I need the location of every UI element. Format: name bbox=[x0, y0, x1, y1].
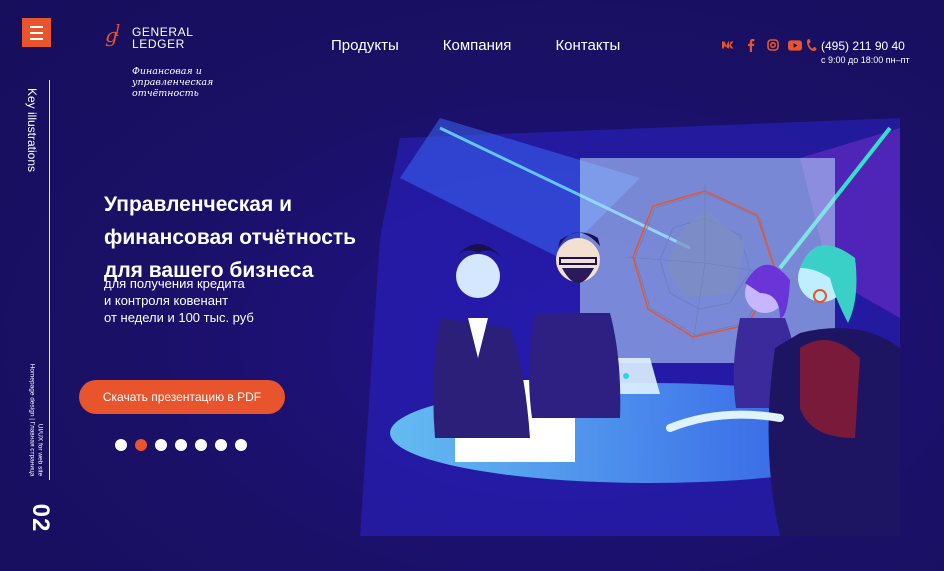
slide-number: 02 bbox=[22, 495, 58, 541]
phone-icon bbox=[807, 39, 817, 51]
youtube-icon[interactable] bbox=[788, 39, 802, 51]
nav-item-products[interactable]: Продукты bbox=[331, 37, 399, 54]
hero-title-line1: Управленческая и bbox=[104, 193, 292, 216]
slide-number-text: 02 bbox=[27, 503, 54, 533]
menu-button[interactable] bbox=[22, 18, 51, 47]
main-nav: Продукты Компания Контакты bbox=[331, 37, 620, 54]
hero-subtitle: для получения кредита и контроля ковенан… bbox=[104, 275, 364, 326]
facebook-icon[interactable] bbox=[744, 38, 758, 52]
hero-subtitle-line2: и контроля ковенант bbox=[104, 293, 229, 308]
hero-illustration bbox=[360, 118, 900, 536]
side-divider bbox=[49, 80, 50, 480]
slider-dot-active[interactable] bbox=[135, 439, 147, 451]
hamburger-icon-bar bbox=[30, 37, 43, 40]
slider-dot[interactable] bbox=[195, 439, 207, 451]
side-label-text: Key illustrations bbox=[25, 87, 39, 173]
slider-dot[interactable] bbox=[235, 439, 247, 451]
hamburger-icon-bar bbox=[30, 25, 43, 28]
instagram-icon[interactable] bbox=[766, 39, 780, 51]
slider-dot[interactable] bbox=[215, 439, 227, 451]
hero-title: Управленческая и финансовая отчётность д… bbox=[104, 188, 404, 287]
svg-text:l: l bbox=[115, 21, 120, 40]
hero-subtitle-line1: для получения кредита bbox=[104, 276, 245, 291]
nav-item-company[interactable]: Компания bbox=[443, 37, 512, 54]
hamburger-icon-bar bbox=[30, 31, 43, 34]
logo-tagline: Финансовая и управленческая отчётность bbox=[132, 66, 214, 99]
phone-number[interactable]: (495) 211 90 40 bbox=[821, 39, 905, 53]
social-links bbox=[722, 38, 802, 52]
slider-dot[interactable] bbox=[155, 439, 167, 451]
nav-item-contacts[interactable]: Контакты bbox=[555, 37, 620, 54]
homepage: g l GENERAL LEDGER Финансовая и управлен… bbox=[0, 0, 944, 571]
side-caption-2: UI/UX for web site bbox=[33, 410, 47, 490]
slider-dot[interactable] bbox=[115, 439, 127, 451]
download-pdf-button[interactable]: Скачать презентацию в PDF bbox=[79, 380, 285, 414]
hero-title-line2: финансовая отчётность bbox=[104, 226, 357, 249]
side-caption-2-text: UI/UX for web site bbox=[36, 423, 44, 477]
working-hours: с 9:00 до 18:00 пн–пт bbox=[821, 55, 910, 65]
side-label: Key illustrations bbox=[22, 80, 42, 180]
hero-subtitle-line3: от недели и 100 тыс. руб bbox=[104, 310, 254, 325]
slider-pagination bbox=[115, 439, 247, 451]
slider-dot[interactable] bbox=[175, 439, 187, 451]
logo-name-line2: LEDGER bbox=[132, 37, 185, 51]
logo-name: GENERAL LEDGER bbox=[132, 26, 194, 50]
logo-mark-icon: g l bbox=[105, 21, 120, 47]
vk-icon[interactable] bbox=[722, 39, 736, 51]
